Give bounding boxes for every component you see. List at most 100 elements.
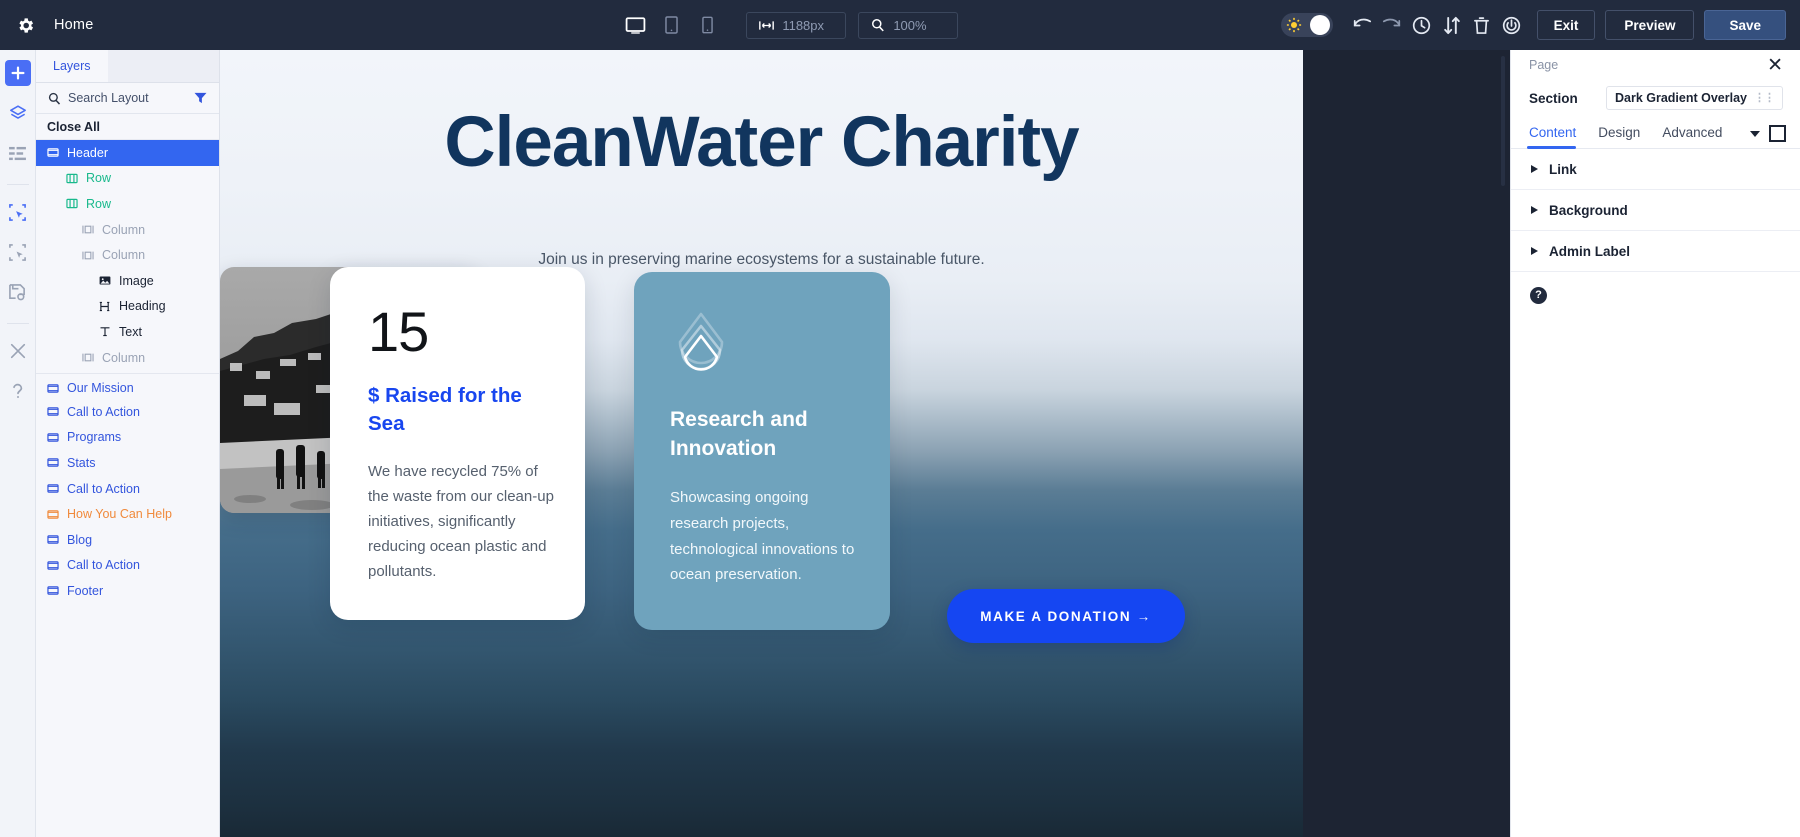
layer-item-our-mission-9[interactable]: Our Mission	[36, 373, 219, 399]
gear-icon[interactable]	[14, 14, 36, 36]
close-icon[interactable]: ✕	[1767, 56, 1783, 75]
list-icon[interactable]	[5, 140, 31, 166]
tab-content[interactable]: Content	[1526, 125, 1586, 149]
clone-frame-icon[interactable]	[5, 239, 31, 265]
save-disk-icon[interactable]	[5, 279, 31, 305]
layer-item-stats-12[interactable]: Stats	[36, 450, 219, 476]
layer-item-label: Column	[102, 222, 146, 237]
layers-search-row[interactable]: Search Layout	[36, 83, 219, 114]
layer-item-label: Header	[67, 145, 108, 160]
layer-item-label: Blog	[67, 532, 93, 547]
triangle-right-icon	[1531, 165, 1538, 173]
layer-item-programs-11[interactable]: Programs	[36, 425, 219, 451]
exit-button[interactable]: Exit	[1536, 10, 1596, 40]
layer-item-column-3[interactable]: Column	[36, 217, 219, 243]
hero-cards-row: 15 $ Raised for the Sea We have recycled…	[220, 267, 1303, 687]
layer-item-row-2[interactable]: Row	[36, 191, 219, 217]
help-circle-icon[interactable]: ?	[1530, 286, 1547, 304]
layer-item-label: How You Can Help	[67, 507, 172, 522]
image-icon	[99, 275, 113, 286]
settings-panel: Page ✕ Section Dark Gradient Overlay ⋮⋮ …	[1501, 50, 1800, 837]
tablet-icon[interactable]	[658, 12, 684, 38]
search-input[interactable]: Search Layout	[68, 91, 187, 105]
left-icon-rail	[0, 50, 36, 837]
page-title: Home	[54, 17, 94, 33]
preview-button[interactable]: Preview	[1605, 10, 1695, 40]
tab-design[interactable]: Design	[1598, 125, 1650, 148]
layer-item-how-you-can-help-14[interactable]: How You Can Help	[36, 501, 219, 527]
accordion-background[interactable]: Background	[1511, 190, 1800, 231]
toolbar-center-group: 1188px 100%	[300, 11, 1281, 39]
layers-tabbar: Layers	[36, 50, 219, 83]
layer-item-row-1[interactable]: Row	[36, 166, 219, 192]
layer-item-label: Call to Action	[67, 404, 140, 419]
layer-item-call-to-action-16[interactable]: Call to Action	[36, 553, 219, 579]
layer-item-call-to-action-10[interactable]: Call to Action	[36, 399, 219, 425]
layer-item-label: Image	[119, 273, 154, 288]
layer-item-call-to-action-13[interactable]: Call to Action	[36, 476, 219, 502]
section-icon	[47, 147, 61, 158]
expand-panel-icon[interactable]	[1769, 125, 1786, 142]
settings-panel-title: Page	[1529, 58, 1559, 72]
accordion-link-label: Link	[1549, 161, 1577, 177]
phone-icon[interactable]	[694, 12, 720, 38]
undo-icon[interactable]	[1347, 10, 1377, 40]
canvas-scrollbar[interactable]	[1501, 56, 1505, 186]
section-icon	[47, 560, 61, 571]
filter-icon[interactable]	[194, 92, 207, 104]
layer-item-column-8[interactable]: Column	[36, 345, 219, 371]
search-icon	[48, 92, 61, 105]
power-icon[interactable]	[1497, 10, 1527, 40]
trash-icon[interactable]	[1467, 10, 1497, 40]
updown-arrows-icon[interactable]	[1437, 10, 1467, 40]
top-toolbar: Home 1188px 100% Exit Preview Save	[0, 0, 1800, 50]
stat-card[interactable]: 15 $ Raised for the Sea We have recycled…	[330, 267, 585, 620]
redo-icon[interactable]	[1377, 10, 1407, 40]
layer-item-label: Programs	[67, 430, 122, 445]
accordion-link[interactable]: Link	[1511, 149, 1800, 190]
layer-item-label: Heading	[119, 299, 166, 314]
hero-title[interactable]: CleanWater Charity	[220, 102, 1303, 183]
viewport-width-field[interactable]: 1188px	[746, 11, 847, 39]
layer-item-heading-6[interactable]: Heading	[36, 294, 219, 320]
desktop-icon[interactable]	[622, 12, 648, 38]
layer-item-blog-15[interactable]: Blog	[36, 527, 219, 553]
layers-icon[interactable]	[5, 100, 31, 126]
layers-tree: Header Row Row Column Column Image Heading Text…	[36, 140, 219, 604]
layer-item-label: Row	[86, 196, 112, 211]
select-frame-icon[interactable]	[5, 199, 31, 225]
page-canvas[interactable]: CleanWater Charity Join us in preserving…	[220, 50, 1303, 837]
tab-layers[interactable]: Layers	[36, 50, 108, 82]
question-icon[interactable]	[5, 378, 31, 404]
settings-panel-header: Page ✕	[1511, 50, 1800, 80]
layer-item-image-5[interactable]: Image	[36, 268, 219, 294]
research-card[interactable]: Research and Innovation Showcasing ongoi…	[634, 272, 890, 630]
section-icon	[47, 483, 61, 494]
text-icon	[99, 326, 113, 337]
theme-toggle-knob	[1309, 15, 1330, 35]
wrench-cross-icon[interactable]	[5, 338, 31, 364]
accordion-admin-label[interactable]: Admin Label	[1511, 231, 1800, 272]
row-icon	[66, 173, 80, 184]
rail-divider-1	[6, 184, 29, 185]
layer-item-label: Call to Action	[67, 481, 140, 496]
layer-item-header-0[interactable]: Header	[36, 140, 219, 166]
layer-item-column-4[interactable]: Column	[36, 242, 219, 268]
layer-item-footer-17[interactable]: Footer	[36, 578, 219, 604]
tab-advanced[interactable]: Advanced	[1662, 125, 1732, 148]
zoom-value: 100%	[893, 17, 927, 33]
column-icon	[82, 352, 96, 363]
zoom-field[interactable]: 100%	[858, 11, 959, 39]
clock-icon[interactable]	[1407, 10, 1437, 40]
add-button[interactable]	[4, 60, 31, 86]
layer-item-text-7[interactable]: Text	[36, 319, 219, 345]
toolbar-right-group: Exit Preview Save	[1280, 10, 1800, 40]
save-button[interactable]: Save	[1704, 10, 1786, 40]
chevron-down-icon[interactable]	[1750, 130, 1760, 137]
make-a-donation-button[interactable]: MAKE A DONATION →	[947, 589, 1185, 643]
theme-toggle[interactable]	[1280, 13, 1333, 37]
toolbar-left-group: Home	[0, 14, 300, 36]
column-icon	[82, 224, 96, 235]
section-preset-select[interactable]: Dark Gradient Overlay ⋮⋮	[1605, 86, 1783, 110]
close-all-button[interactable]: Close All	[36, 114, 219, 140]
